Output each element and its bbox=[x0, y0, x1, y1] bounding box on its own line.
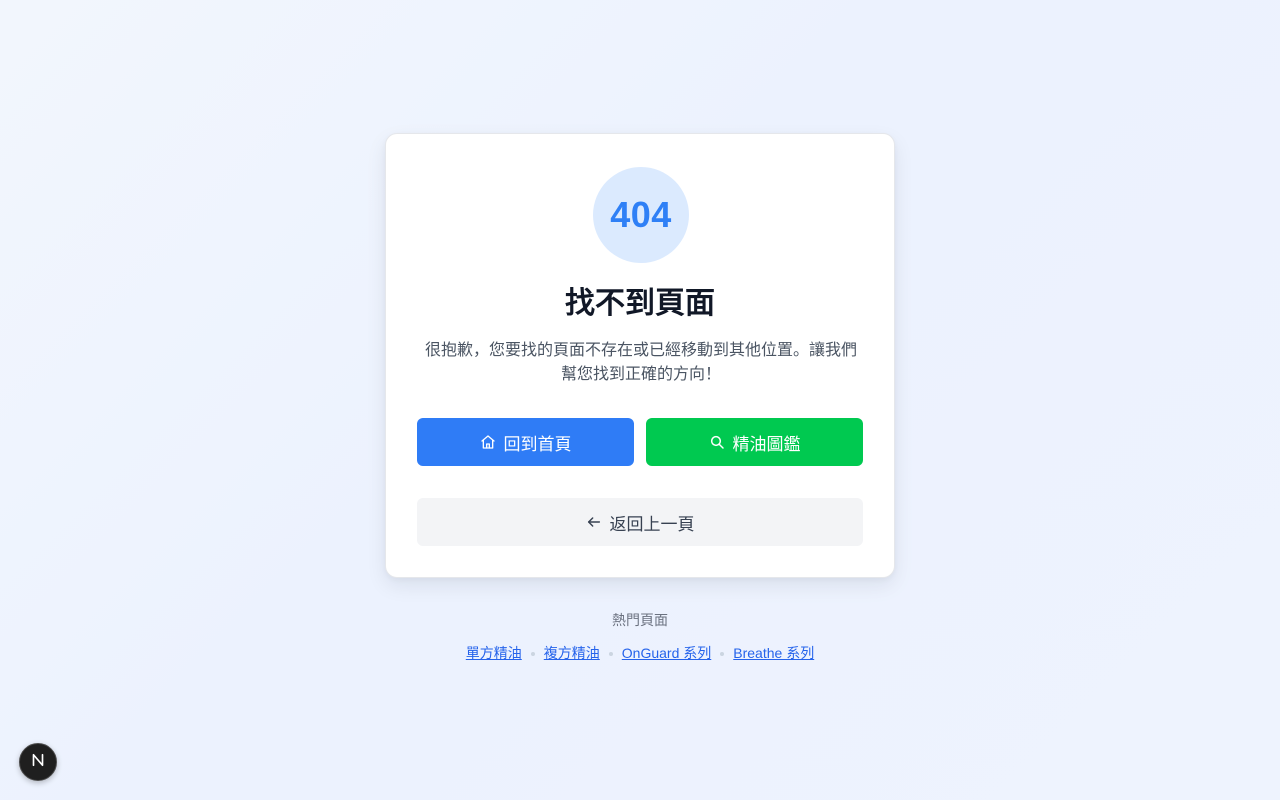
error-code: 404 bbox=[610, 194, 672, 235]
nextjs-dev-badge[interactable] bbox=[19, 743, 57, 781]
popular-link-breathe[interactable]: Breathe 系列 bbox=[733, 644, 814, 662]
not-found-card: 404 找不到頁面 很抱歉，您要找的頁面不存在或已經移動到其他位置。讓我們幫您找… bbox=[385, 133, 895, 578]
error-description: 很抱歉，您要找的頁面不存在或已經移動到其他位置。讓我們幫您找到正確的方向！ bbox=[424, 340, 857, 383]
home-icon bbox=[480, 434, 496, 450]
home-button[interactable]: 回到首頁 bbox=[417, 418, 634, 466]
arrow-left-icon bbox=[586, 514, 602, 530]
back-button-label: 返回上一頁 bbox=[609, 514, 695, 535]
popular-link-onguard[interactable]: OnGuard 系列 bbox=[622, 644, 711, 662]
separator-dot bbox=[608, 652, 613, 656]
guide-button-label: 精油圖鑑 bbox=[732, 434, 801, 455]
error-code-badge: 404 bbox=[593, 167, 689, 263]
nextjs-logo-icon bbox=[29, 751, 47, 773]
essential-oil-guide-button[interactable]: 精油圖鑑 bbox=[646, 418, 863, 466]
popular-link-blends[interactable]: 複方精油 bbox=[544, 644, 600, 662]
separator-dot bbox=[530, 652, 535, 656]
popular-pages-heading: 熱門頁面 bbox=[612, 613, 668, 629]
separator-dot bbox=[720, 652, 725, 656]
go-back-button[interactable]: 返回上一頁 bbox=[417, 498, 863, 546]
popular-pages-links: 單方精油 複方精油 OnGuard 系列 Breathe 系列 bbox=[0, 644, 1280, 662]
search-icon bbox=[709, 434, 725, 450]
popular-link-single-oils[interactable]: 單方精油 bbox=[466, 644, 522, 662]
page-title: 找不到頁面 bbox=[565, 286, 715, 321]
home-button-label: 回到首頁 bbox=[503, 434, 572, 455]
